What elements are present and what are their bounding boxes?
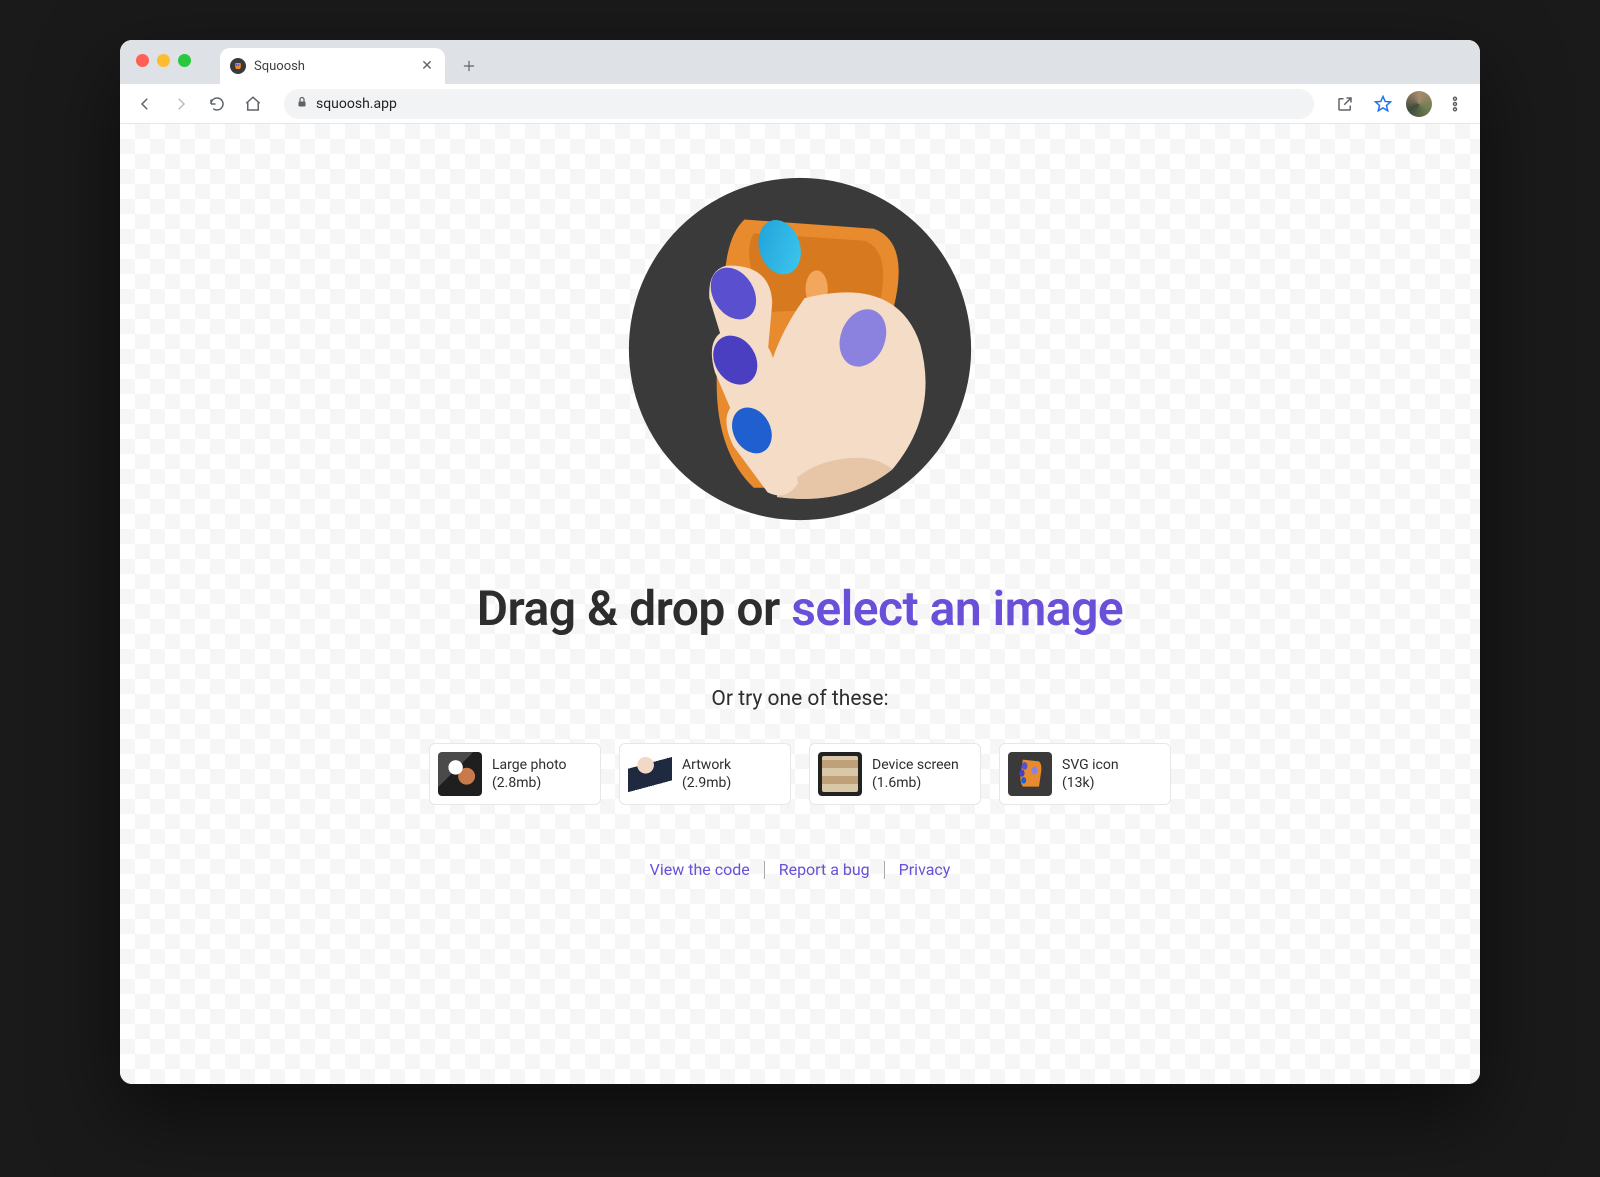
sample-device-screen[interactable]: Device screen (1.6mb) [809,743,981,805]
sample-svg-icon[interactable]: SVG icon (13k) [999,743,1171,805]
privacy-link[interactable]: Privacy [899,860,951,879]
page-content: Drag & drop or select an image Or try on… [120,124,1480,1084]
select-image-link[interactable]: select an image [791,580,1123,637]
forward-button[interactable] [166,89,196,119]
thumb-artwork-icon [628,752,672,796]
url-text: squoosh.app [316,96,397,112]
sample-size: (2.9mb) [682,774,731,792]
window-controls [136,54,191,67]
favicon-icon [230,58,246,74]
separator [764,861,765,879]
address-bar[interactable]: squoosh.app [284,89,1314,119]
view-code-link[interactable]: View the code [650,860,750,879]
close-window-button[interactable] [136,54,149,67]
separator [884,861,885,879]
close-tab-button[interactable]: ✕ [419,58,435,74]
browser-toolbar: squoosh.app [120,84,1480,124]
headline: Drag & drop or select an image [477,580,1123,637]
browser-window: Squoosh ✕ squoosh.app [120,40,1480,1084]
minimize-window-button[interactable] [157,54,170,67]
sample-size: (1.6mb) [872,774,959,792]
report-bug-link[interactable]: Report a bug [779,860,870,879]
back-button[interactable] [130,89,160,119]
thumb-device-icon [818,752,862,796]
sample-large-photo[interactable]: Large photo (2.8mb) [429,743,601,805]
lock-icon [296,96,308,111]
profile-avatar[interactable] [1406,91,1432,117]
open-external-icon[interactable] [1330,89,1360,119]
tab-title: Squoosh [254,59,305,74]
sample-list: Large photo (2.8mb) Artwork (2.9mb) Devi… [429,743,1171,805]
thumb-svg-icon [1008,752,1052,796]
reload-button[interactable] [202,89,232,119]
sample-label: Large photo [492,756,567,774]
thumb-large-photo-icon [438,752,482,796]
browser-tab[interactable]: Squoosh ✕ [220,48,445,84]
sample-label: SVG icon [1062,756,1119,774]
subline: Or try one of these: [711,687,888,711]
tab-strip: Squoosh ✕ [120,40,1480,84]
sample-size: (2.8mb) [492,774,567,792]
sample-label: Artwork [682,756,731,774]
maximize-window-button[interactable] [178,54,191,67]
footer-links: View the code Report a bug Privacy [650,860,951,879]
sample-size: (13k) [1062,774,1119,792]
menu-button[interactable] [1440,89,1470,119]
bookmark-star-icon[interactable] [1368,89,1398,119]
home-button[interactable] [238,89,268,119]
headline-prefix: Drag & drop or [477,580,791,637]
sample-artwork[interactable]: Artwork (2.9mb) [619,743,791,805]
sample-label: Device screen [872,756,959,774]
new-tab-button[interactable] [455,52,483,80]
app-logo-icon [615,164,985,534]
